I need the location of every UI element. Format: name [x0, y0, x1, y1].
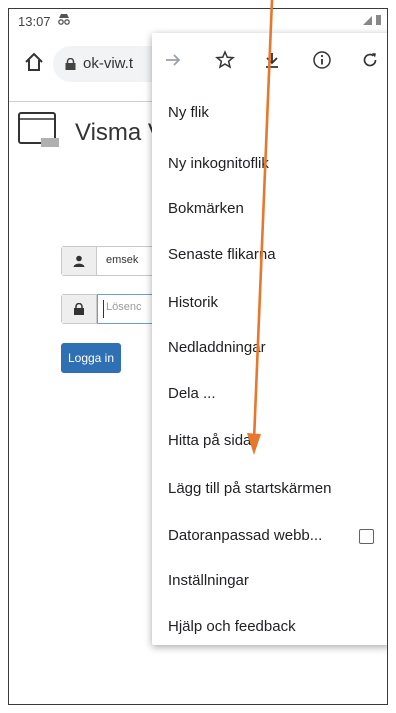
- menu-item-share[interactable]: Dela ...: [152, 372, 387, 416]
- brand-title: Visma V: [75, 119, 164, 146]
- status-bar: 13:07: [9, 9, 387, 35]
- menu-item-new-tab[interactable]: Ny flik: [152, 91, 387, 135]
- menu-item-desktop-site[interactable]: Datoranpassad webb...: [152, 514, 387, 558]
- status-time: 13:07: [18, 14, 51, 29]
- phone-screen: 13:07 ok-viw.t Visma V emsek Lösenc Logg…: [8, 8, 388, 705]
- forward-icon[interactable]: [160, 47, 186, 73]
- lock-icon: [62, 295, 97, 323]
- lock-icon: [65, 57, 76, 70]
- username-value: emsek: [106, 254, 139, 266]
- menu-item-new-incognito-tab[interactable]: Ny inkognitoflik: [152, 142, 387, 186]
- signal-battery-icon: [363, 14, 383, 29]
- star-icon[interactable]: [212, 47, 238, 73]
- home-icon[interactable]: [23, 51, 47, 75]
- text-caret: [103, 300, 104, 318]
- menu-icon-row: [152, 33, 387, 85]
- info-icon[interactable]: [309, 47, 335, 73]
- menu-item-history[interactable]: Historik: [152, 281, 387, 325]
- menu-item-add-to-home-screen[interactable]: Lägg till på startskärmen: [152, 467, 387, 511]
- desktop-site-checkbox[interactable]: [359, 529, 374, 544]
- menu-item-help-feedback[interactable]: Hjälp och feedback: [152, 605, 387, 649]
- incognito-icon: [57, 13, 71, 28]
- overflow-menu: Ny flik Ny inkognitoflik Bokmärken Senas…: [152, 33, 387, 645]
- login-button[interactable]: Logga in: [61, 343, 121, 373]
- menu-item-downloads[interactable]: Nedladdningar: [152, 326, 387, 370]
- menu-item-settings[interactable]: Inställningar: [152, 559, 387, 603]
- user-icon: [62, 247, 97, 275]
- url-text: ok-viw.t: [83, 55, 134, 72]
- menu-item-bookmarks[interactable]: Bokmärken: [152, 187, 387, 231]
- password-placeholder: Lösenc: [106, 301, 142, 313]
- menu-item-find-in-page[interactable]: Hitta på sida: [152, 419, 387, 463]
- refresh-icon[interactable]: [357, 47, 383, 73]
- visma-logo: [17, 110, 61, 150]
- download-icon[interactable]: [259, 47, 285, 73]
- menu-item-recent-tabs[interactable]: Senaste flikarna: [152, 233, 387, 277]
